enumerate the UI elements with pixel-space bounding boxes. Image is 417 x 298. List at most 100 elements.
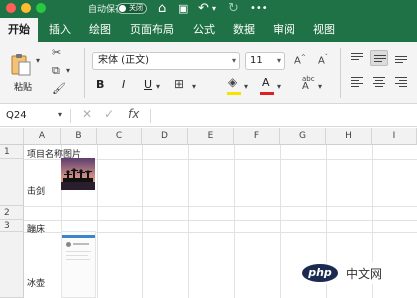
tab-page-layout[interactable]: 页面布局 <box>124 18 180 42</box>
divider <box>70 109 71 123</box>
formula-input[interactable] <box>152 107 414 125</box>
gridline <box>97 145 98 298</box>
cell-a1[interactable]: 项目名称 <box>27 147 63 160</box>
column-header[interactable]: E <box>188 128 234 145</box>
watermark: php 中文网 <box>300 262 412 284</box>
ribbon-toolbar: ▾ 粘贴 ✂ ⧉ ▾ 🖌 宋体 (正文) ▾ 11 ▾ A^ Aˇ B I U … <box>0 42 417 104</box>
image-avatar <box>66 242 71 247</box>
column-header[interactable]: F <box>234 128 280 145</box>
cut-icon[interactable]: ✂ <box>52 46 61 59</box>
align-center-button[interactable] <box>370 74 388 90</box>
chevron-down-icon: ▾ <box>276 56 281 65</box>
curling-image[interactable] <box>61 231 96 298</box>
close-window-button[interactable] <box>6 3 16 13</box>
copy-icon[interactable]: ⧉ <box>52 64 60 78</box>
image-text-line <box>73 243 89 245</box>
tab-data[interactable]: 数据 <box>228 18 260 42</box>
toggle-knob <box>119 5 126 12</box>
column-header[interactable]: D <box>142 128 188 145</box>
tab-formulas[interactable]: 公式 <box>188 18 220 42</box>
fill-color-swatch <box>227 92 241 95</box>
tab-insert[interactable]: 插入 <box>44 18 76 42</box>
enter-icon[interactable]: ✓ <box>104 107 114 121</box>
cell-a3[interactable]: 蹦床 <box>27 222 45 235</box>
grow-font-button[interactable]: A^ <box>294 54 306 66</box>
undo-dropdown-icon[interactable]: ▾ <box>212 0 216 17</box>
copy-dropdown-icon[interactable]: ▾ <box>66 66 70 75</box>
formula-bar: Q24 ▾ ✕ ✓ fx <box>0 105 417 127</box>
home-icon[interactable]: ⌂ <box>158 0 166 17</box>
gridline <box>234 145 235 298</box>
column-header[interactable]: C <box>97 128 142 145</box>
row-header[interactable]: 2 <box>0 206 24 220</box>
row-header[interactable]: 3 <box>0 220 24 232</box>
column-header[interactable]: A <box>24 128 61 145</box>
font-color-button[interactable]: A <box>262 76 270 89</box>
redo-icon[interactable]: ↻ <box>228 0 239 17</box>
gridline <box>188 145 189 298</box>
borders-icon[interactable]: ⊞ <box>174 77 184 91</box>
column-header[interactable]: H <box>326 128 372 145</box>
align-right-button[interactable] <box>392 74 410 90</box>
fill-color-dropdown-icon[interactable]: ▾ <box>244 82 248 91</box>
select-all-corner[interactable] <box>0 128 24 145</box>
row-header[interactable] <box>0 159 24 206</box>
bold-button[interactable]: B <box>96 78 104 91</box>
row-number: 1 <box>4 147 10 157</box>
cell-a4[interactable]: 冰壶 <box>27 276 45 289</box>
name-box[interactable]: Q24 <box>4 108 66 124</box>
cell-a2[interactable]: 击剑 <box>27 184 45 197</box>
insert-function-button[interactable]: fx <box>128 107 139 121</box>
underline-dropdown-icon[interactable]: ▾ <box>156 82 160 91</box>
column-header[interactable]: B <box>61 128 97 145</box>
paste-label[interactable]: 粘贴 <box>14 80 32 93</box>
fill-color-icon[interactable]: ◈ <box>228 75 237 89</box>
gridline <box>142 145 143 298</box>
paste-dropdown-icon[interactable]: ▾ <box>36 56 40 65</box>
shrink-font-label: A <box>318 55 325 67</box>
font-size-value: 11 <box>250 55 263 66</box>
row-header[interactable] <box>0 232 24 298</box>
tab-home[interactable]: 开始 <box>0 18 38 42</box>
autosave-state: 关闭 <box>129 4 143 12</box>
paste-icon[interactable] <box>10 52 32 76</box>
save-icon[interactable]: ▣ <box>178 0 188 17</box>
image-header-bar <box>62 235 95 238</box>
image-text-line <box>66 259 90 260</box>
php-logo: php <box>302 264 338 282</box>
font-name-select[interactable]: 宋体 (正文) ▾ <box>92 52 240 70</box>
minimize-window-button[interactable] <box>21 3 31 13</box>
undo-icon[interactable]: ↶ <box>198 0 209 17</box>
row-number: 3 <box>4 221 10 231</box>
tab-view[interactable]: 视图 <box>308 18 340 42</box>
row-header[interactable]: 1 <box>0 145 24 159</box>
gridline <box>280 145 281 298</box>
align-bottom-button[interactable] <box>392 50 410 66</box>
zoom-window-button[interactable] <box>36 3 46 13</box>
shrink-font-button[interactable]: Aˇ <box>318 54 328 66</box>
image-text-line <box>66 255 88 256</box>
cancel-icon[interactable]: ✕ <box>82 107 92 121</box>
tab-draw[interactable]: 绘图 <box>84 18 116 42</box>
font-name-value: 宋体 (正文) <box>98 55 149 66</box>
borders-dropdown-icon[interactable]: ▾ <box>192 82 196 91</box>
autosave-toggle[interactable]: 关闭 <box>117 3 147 14</box>
align-left-button[interactable] <box>348 74 366 90</box>
column-header[interactable]: G <box>280 128 326 145</box>
font-size-select[interactable]: 11 ▾ <box>245 52 285 70</box>
fencing-image[interactable] <box>61 158 95 190</box>
more-icon[interactable]: ••• <box>250 0 268 17</box>
phonetic-dropdown-icon[interactable]: ▾ <box>318 82 322 91</box>
name-box-dropdown-icon[interactable]: ▾ <box>58 110 62 119</box>
tab-review[interactable]: 审阅 <box>268 18 300 42</box>
column-header[interactable]: I <box>372 128 417 145</box>
underline-button[interactable]: U <box>144 78 152 91</box>
image-text-line <box>66 251 91 252</box>
phonetic-button[interactable]: abc A <box>302 76 315 92</box>
align-middle-button[interactable] <box>370 50 388 66</box>
font-color-dropdown-icon[interactable]: ▾ <box>277 82 281 91</box>
ribbon-tabs: 开始 插入 绘图 页面布局 公式 数据 审阅 视图 <box>0 18 417 42</box>
italic-button[interactable]: I <box>122 78 125 91</box>
align-top-button[interactable] <box>348 50 366 66</box>
format-painter-icon[interactable]: 🖌 <box>52 82 66 95</box>
